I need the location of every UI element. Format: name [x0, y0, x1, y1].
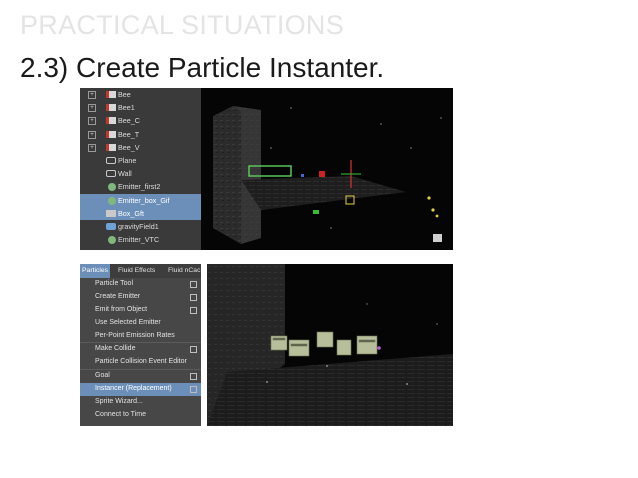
menu-item[interactable]: Make Collide [80, 342, 201, 356]
outliner-item[interactable]: gravityField1 [80, 220, 201, 233]
option-box-icon[interactable] [190, 386, 197, 394]
outliner-item[interactable]: Emitter_first2 [80, 180, 201, 193]
outliner-item[interactable]: Emitter_box_Gif [80, 193, 201, 207]
menu-item-label: Sprite Wizard... [95, 398, 143, 406]
expand-icon[interactable]: + [88, 117, 96, 126]
outliner-item-label: Box_Gft [118, 208, 144, 218]
instanced-boxes [270, 331, 378, 357]
option-box-icon[interactable] [190, 293, 197, 301]
outliner-item-label: Plane [118, 155, 137, 165]
menu-bar: Particles Fluid Effects Fluid nCac [80, 264, 201, 278]
menu-item-label: Per-Point Emission Rates [95, 331, 175, 339]
outliner-item[interactable]: + Bee_C [80, 114, 201, 127]
floor-plane [241, 176, 406, 210]
menu-bar-item[interactable]: Fluid nCac [166, 264, 201, 278]
menu-item[interactable]: Particle Tool [80, 278, 201, 291]
option-box-icon[interactable] [190, 373, 197, 381]
shape-icon [106, 156, 116, 164]
outliner-item[interactable]: + Bee1 [80, 101, 201, 114]
menu-item-label: Goal [95, 372, 110, 380]
outliner-item[interactable]: Wall [80, 167, 201, 180]
bee-icon [106, 130, 116, 138]
outliner-item-label: Emitter_first2 [118, 182, 161, 192]
outliner-item[interactable]: Emitter_VTC [80, 233, 201, 246]
outliner-item[interactable]: + Bee_T [80, 128, 201, 141]
option-box-icon[interactable] [190, 306, 197, 314]
emitter-icon [108, 196, 116, 205]
bee-icon [106, 143, 116, 151]
menu-item-label: Particle Tool [95, 280, 134, 287]
bee-icon [106, 104, 116, 112]
menu-item[interactable]: Instancer (Replacement) [80, 383, 201, 397]
menu-item-label: Use Selected Emitter [95, 318, 161, 326]
particles-menu: Particles Fluid Effects Fluid nCac Particl… [80, 264, 201, 426]
menu-item[interactable]: Use Selected Emitter [80, 317, 201, 330]
menu-item-label: Particle Collision Event Editor [95, 358, 187, 366]
section-kicker: PRACTICAL SITUATIONS [20, 10, 345, 40]
menu-bar-item[interactable]: Particles [80, 264, 111, 278]
menu-item[interactable]: Sprite Wizard... [80, 396, 201, 409]
emitter-icon [108, 236, 116, 245]
bee-icon [106, 91, 116, 98]
outliner-item-label: Bee_T [118, 129, 140, 139]
outliner-item-label: Bee [118, 90, 131, 99]
menu-item[interactable]: Per-Point Emission Rates [80, 330, 201, 343]
menu-item[interactable]: Connect to Time [80, 409, 201, 422]
expand-icon[interactable]: + [88, 143, 96, 152]
outliner-item-label: Bee_V [118, 142, 140, 152]
gravity-field-icon [106, 222, 116, 230]
viewport-instancer-result[interactable] [207, 264, 453, 426]
outliner-item-label: Wall [118, 169, 132, 179]
outliner-item[interactable]: + Bee [80, 88, 201, 101]
emitter-icon [108, 183, 116, 192]
option-box-icon[interactable] [190, 281, 197, 288]
menu-item[interactable]: Emit from Object [80, 304, 201, 317]
menu-item-label: Instancer (Replacement) [95, 385, 172, 393]
menu-bar-item[interactable]: Fluid Effects [116, 264, 157, 278]
outliner-panel: + Bee + Bee1 + Bee_C + Bee_T + Bee_V Plane Wall Emit… [80, 88, 201, 250]
option-box-icon[interactable] [190, 346, 197, 354]
outliner-item[interactable]: Box_Gft [80, 206, 201, 220]
viewport-scene[interactable] [201, 88, 453, 250]
slide-title: 2.3) Create Particle Instanter. [20, 52, 385, 83]
box-icon [106, 209, 116, 217]
shape-icon [106, 170, 116, 178]
scene-render [213, 106, 442, 244]
menu-item-label: Emit from Object [95, 305, 148, 313]
expand-icon[interactable]: + [88, 130, 96, 139]
outliner-item-label: Emitter_box_Gif [118, 195, 170, 205]
expand-icon[interactable]: + [88, 91, 96, 99]
outliner-item-label: Bee_C [118, 116, 140, 126]
menu-item[interactable]: Goal [80, 369, 201, 383]
outliner-item[interactable]: Plane [80, 154, 201, 167]
menu-item-label: Create Emitter [95, 292, 141, 300]
menu-item[interactable]: Particle Collision Event Editor [80, 356, 201, 369]
menu-item-label: Make Collide [95, 345, 136, 353]
expand-icon[interactable]: + [88, 104, 96, 113]
outliner-item-label: Bee1 [118, 103, 135, 113]
menu-item[interactable]: Create Emitter [80, 291, 201, 304]
outliner-item[interactable]: + Bee_V [80, 141, 201, 154]
menu-item-label: Connect to Time [95, 410, 146, 418]
bee-icon [106, 117, 116, 125]
instancer-render [207, 264, 453, 426]
outliner-item-label: Emitter_VTC [118, 235, 160, 245]
outliner-item-label: gravityField1 [118, 221, 159, 231]
